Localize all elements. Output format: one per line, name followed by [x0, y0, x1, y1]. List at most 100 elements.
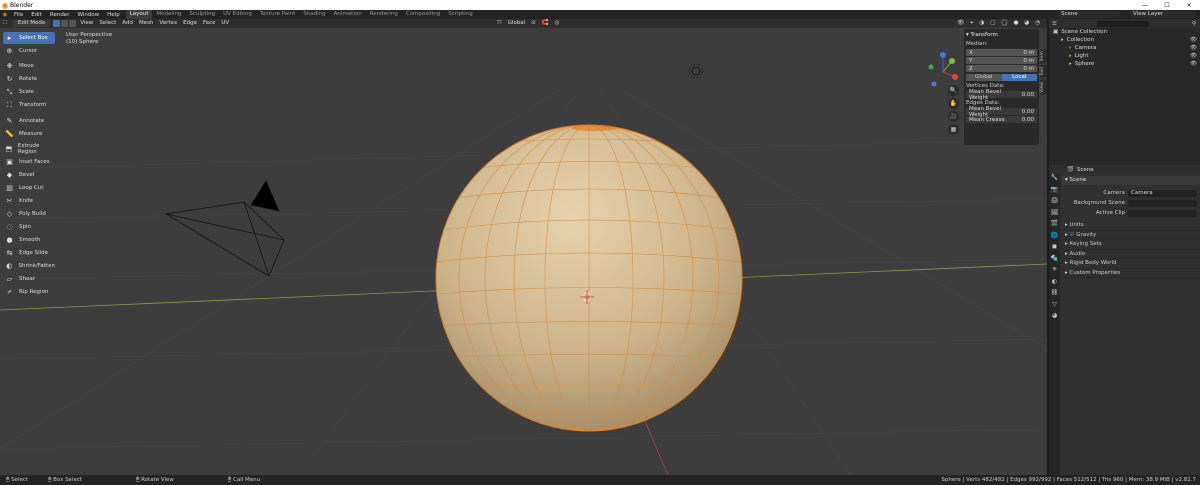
local-button[interactable]: Local: [1001, 74, 1037, 81]
constraints-tab-icon[interactable]: ⛓: [1049, 289, 1060, 301]
tool-tab-icon[interactable]: 🔧: [1049, 174, 1060, 186]
snap-icon[interactable]: 🧲: [539, 19, 552, 28]
tool-spin[interactable]: ◌ Spin: [3, 222, 55, 234]
visibility-eye-icon[interactable]: 👁: [1190, 37, 1197, 43]
keying-sets-panel[interactable]: ▸ Keying Sets: [1062, 240, 1200, 250]
tool-annotate[interactable]: ✎ Annotate: [3, 115, 55, 127]
custom-properties-panel[interactable]: ▸ Custom Properties: [1062, 269, 1200, 278]
material-tab-icon[interactable]: ◕: [1049, 312, 1060, 324]
visibility-eye-icon[interactable]: 👁: [1190, 53, 1197, 59]
menu-render[interactable]: Render: [46, 12, 74, 18]
tool-shrink-fatten[interactable]: ◐ Shrink/Fatten: [3, 261, 55, 273]
rigid-body-world-panel[interactable]: ▸ Rigid Body World: [1062, 259, 1200, 269]
view-layer-tab-icon[interactable]: 🖼: [1049, 209, 1060, 221]
tool-transform[interactable]: ⛶ Transform: [3, 100, 55, 112]
tool-edge-slide[interactable]: ⇆ Edge Slide: [3, 248, 55, 260]
menu-window[interactable]: Window: [73, 12, 103, 18]
outliner-row-scene-collection[interactable]: ▣ Scene Collection: [1049, 28, 1200, 36]
view-layer-selector[interactable]: View Layer: [1130, 11, 1196, 18]
tool-measure[interactable]: 📏 Measure: [3, 128, 55, 140]
median-z-field[interactable]: Z 0 m: [966, 65, 1037, 72]
tab-rendering[interactable]: Rendering: [366, 10, 402, 19]
outliner-row-sphere[interactable]: ▸ Sphere 👁: [1049, 60, 1200, 68]
rendered-shading-icon[interactable]: ◔: [1032, 19, 1043, 28]
solid-shading-icon[interactable]: ●: [1011, 19, 1022, 28]
visibility-icon[interactable]: 👁: [954, 19, 967, 28]
gravity-panel[interactable]: ▸ ☑ Gravity: [1062, 231, 1200, 240]
viewport-menu-view[interactable]: View: [77, 19, 96, 28]
world-tab-icon[interactable]: 🌐: [1049, 232, 1060, 244]
background-scene-field[interactable]: [1128, 199, 1197, 207]
outliner-row-collection[interactable]: ▸ Collection 👁: [1049, 36, 1200, 44]
editor-type-icon[interactable]: ⛶: [0, 19, 10, 28]
viewport-menu-face[interactable]: Face: [200, 19, 218, 28]
physics-tab-icon[interactable]: ◐: [1049, 278, 1060, 290]
tab-scripting[interactable]: Scripting: [444, 10, 476, 19]
proportional-edit-icon[interactable]: ◎: [552, 19, 563, 28]
viewport-menu-uv[interactable]: UV: [218, 19, 232, 28]
scene-section-header[interactable]: ▾ Scene: [1062, 176, 1200, 185]
tab-shading[interactable]: Shading: [299, 10, 329, 19]
viewport-menu-select[interactable]: Select: [96, 19, 119, 28]
visibility-eye-icon[interactable]: 👁: [1190, 45, 1197, 51]
tool-move[interactable]: ✥ Move: [3, 61, 55, 73]
menu-file[interactable]: File: [10, 12, 27, 18]
tool-extrude-region[interactable]: ⬒ Extrude Region: [3, 143, 55, 155]
tab-compositing[interactable]: Compositing: [402, 10, 444, 19]
data-tab-icon[interactable]: ▽: [1049, 301, 1060, 313]
tool-cursor[interactable]: ⊕ Cursor: [3, 45, 55, 57]
camera-view-icon[interactable]: 🎥: [948, 111, 959, 122]
vertex-select-button[interactable]: [53, 20, 61, 27]
tool-knife[interactable]: ✂ Knife: [3, 196, 55, 208]
tool-select-box[interactable]: ▸ Select Box: [3, 32, 55, 44]
scene-tab-icon[interactable]: 🎬: [1049, 220, 1060, 232]
active-clip-field[interactable]: [1128, 209, 1197, 217]
tab-sculpting[interactable]: Sculpting: [185, 10, 219, 19]
menu-help[interactable]: Help: [103, 12, 124, 18]
ortho-grid-icon[interactable]: ▦: [948, 124, 959, 135]
xray-toggle-icon[interactable]: ▢: [987, 19, 998, 28]
transform-header[interactable]: ▾ Transform: [966, 31, 1037, 39]
output-tab-icon[interactable]: 🖨: [1049, 197, 1060, 209]
camera-object[interactable]: [164, 180, 285, 277]
tool-rotate[interactable]: ↻ Rotate: [3, 74, 55, 86]
viewport-scene[interactable]: [0, 19, 1047, 475]
mean-crease-field[interactable]: Mean Crease 0.00: [966, 116, 1037, 123]
tab-texture-paint[interactable]: Texture Paint: [256, 10, 300, 19]
outliner-row-light[interactable]: ▸ Light 👁: [1049, 52, 1200, 60]
tool-rip-region[interactable]: ⌿ Rip Region: [3, 287, 55, 299]
filter-icon[interactable]: ⚲: [1192, 21, 1196, 27]
gizmo-toggle-icon[interactable]: ⌖: [967, 19, 976, 28]
tool-smooth[interactable]: ● Smooth: [3, 235, 55, 247]
tab-item[interactable]: Item: [1040, 49, 1047, 64]
vertex-bevel-weight-field[interactable]: Mean Bevel Weight 0.00: [966, 89, 1037, 101]
face-select-button[interactable]: [69, 20, 77, 27]
global-button[interactable]: Global: [966, 74, 1002, 81]
close-button[interactable]: ✕: [1178, 0, 1200, 10]
light-object[interactable]: [691, 66, 701, 76]
scene-selector[interactable]: Scene: [1058, 11, 1120, 18]
tool-bevel[interactable]: ◆ Bevel: [3, 170, 55, 182]
tool-loop-cut[interactable]: ▥ Loop Cut: [3, 183, 55, 195]
overlay-toggle-icon[interactable]: ◑: [976, 19, 987, 28]
tab-view[interactable]: View: [1040, 80, 1047, 95]
edge-select-button[interactable]: [61, 20, 69, 27]
pivot-icon[interactable]: ⊙: [528, 19, 539, 28]
viewport-menu-edge[interactable]: Edge: [180, 19, 200, 28]
orientation-dropdown[interactable]: Global: [505, 19, 529, 28]
edge-bevel-weight-field[interactable]: Mean Bevel Weight 0.00: [966, 106, 1037, 118]
outliner-row-camera[interactable]: ▸ Camera 👁: [1049, 44, 1200, 52]
visibility-eye-icon[interactable]: 👁: [1190, 61, 1197, 67]
viewport-menu-add[interactable]: Add: [119, 19, 136, 28]
median-x-field[interactable]: X 0 m: [966, 49, 1037, 56]
object-tab-icon[interactable]: ◼: [1049, 243, 1060, 255]
viewport-menu-mesh[interactable]: Mesh: [136, 19, 156, 28]
wireframe-shading-icon[interactable]: ◯: [998, 19, 1010, 28]
gravity-checkbox[interactable]: ☑: [1070, 232, 1075, 238]
zoom-icon[interactable]: 🔍: [948, 85, 959, 96]
tool-inset-faces[interactable]: ▣ Inset Faces: [3, 157, 55, 169]
audio-panel[interactable]: ▸ Audio: [1062, 250, 1200, 259]
particles-tab-icon[interactable]: ✳: [1049, 266, 1060, 278]
minimize-button[interactable]: —: [1134, 0, 1156, 10]
units-panel[interactable]: ▸ Units: [1062, 221, 1200, 231]
